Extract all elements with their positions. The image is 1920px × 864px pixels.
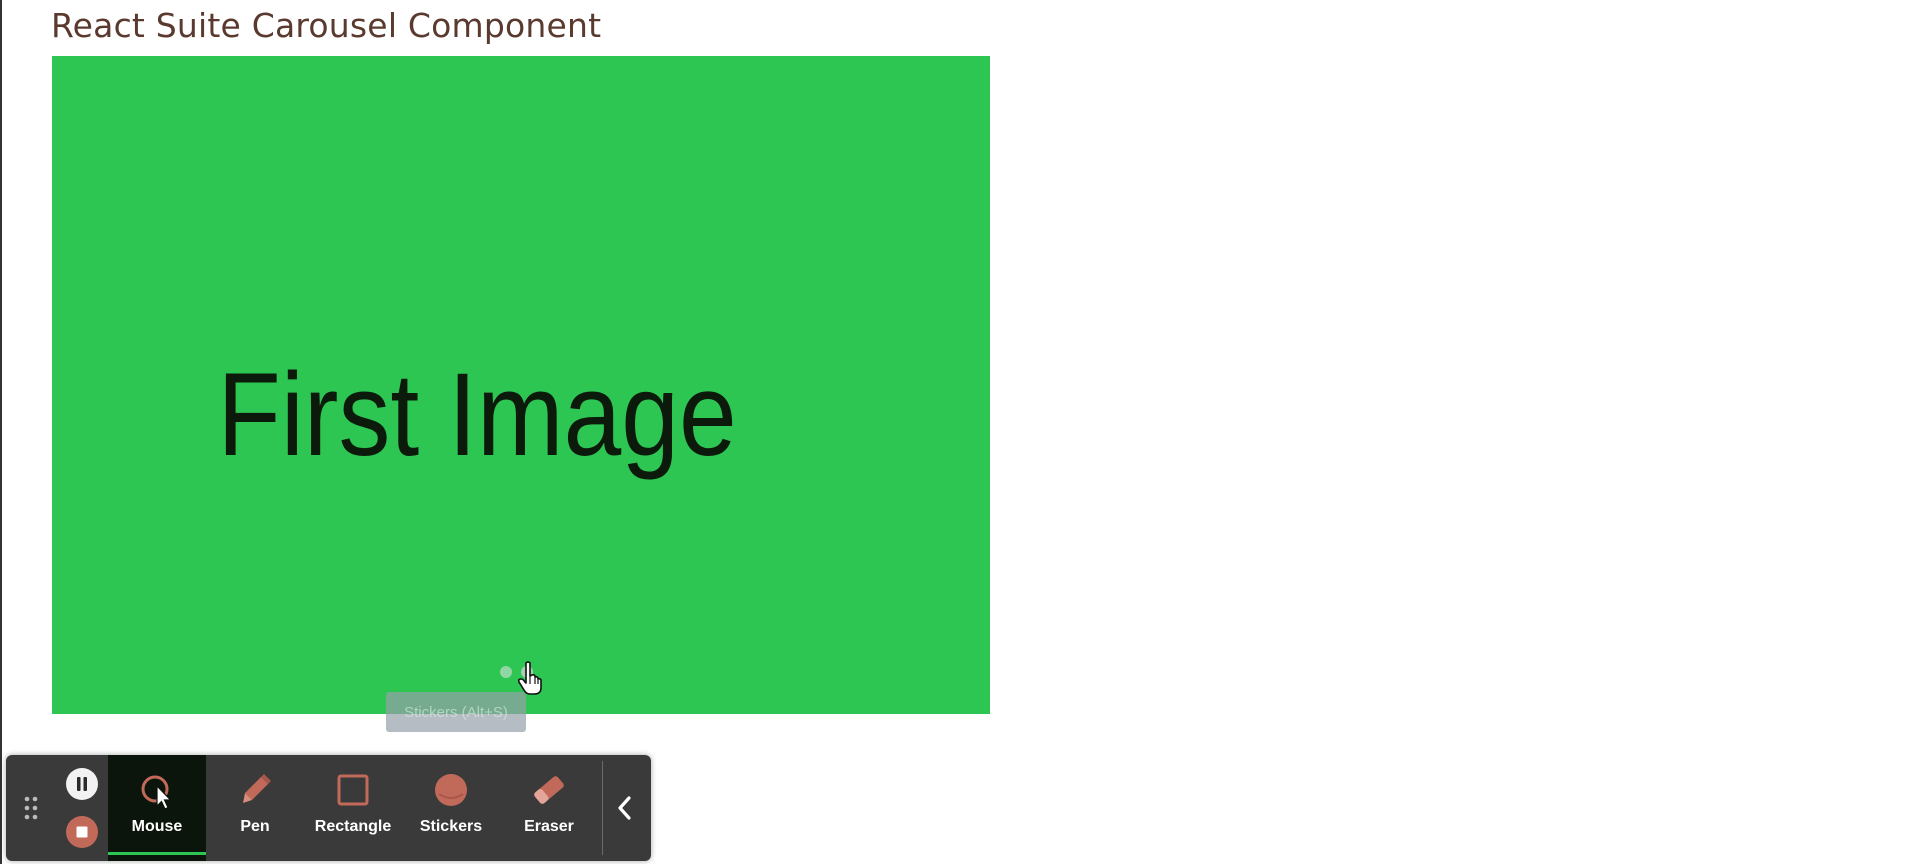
- carousel[interactable]: First Image: [52, 56, 990, 714]
- stop-button[interactable]: [66, 816, 98, 848]
- chevron-left-icon[interactable]: [613, 793, 637, 823]
- active-tool-indicator: [108, 852, 206, 855]
- drag-handle-icon[interactable]: [23, 795, 39, 821]
- tool-label-mouse: Mouse: [131, 818, 183, 835]
- tool-label-rectangle: Rectangle: [314, 818, 392, 835]
- stop-icon: [76, 826, 88, 838]
- tool-rectangle[interactable]: Rectangle: [304, 755, 402, 861]
- toolbar-divider: [602, 761, 603, 855]
- tool-eraser[interactable]: Eraser: [500, 755, 598, 861]
- page-title: React Suite Carousel Component: [51, 6, 602, 45]
- pause-button[interactable]: [66, 768, 98, 800]
- carousel-indicator-1[interactable]: [500, 666, 512, 678]
- eraser-icon: [534, 776, 564, 804]
- stickers-tooltip: Stickers (Alt+S): [386, 692, 526, 732]
- carousel-slide-first: First Image: [52, 356, 946, 474]
- hand-pointer-icon: [517, 661, 542, 695]
- recording-controls: [62, 767, 102, 851]
- tool-label-stickers: Stickers: [419, 818, 483, 835]
- annotation-toolbar: Mouse Pen Rectangle Stickers Eraser: [6, 755, 651, 861]
- page-left-border: [0, 0, 2, 864]
- pen-icon: [243, 774, 271, 803]
- mouse-cursor-icon: [141, 775, 172, 810]
- tool-pen[interactable]: Pen: [206, 755, 304, 861]
- pause-icon: [77, 777, 87, 791]
- tool-label-pen: Pen: [240, 818, 270, 835]
- tool-label-eraser: Eraser: [524, 818, 574, 835]
- rectangle-icon: [337, 774, 369, 806]
- sticker-icon: [435, 774, 467, 806]
- tool-mouse[interactable]: Mouse: [108, 755, 206, 861]
- slide-caption: First Image: [217, 349, 737, 481]
- tool-stickers[interactable]: Stickers: [402, 755, 500, 861]
